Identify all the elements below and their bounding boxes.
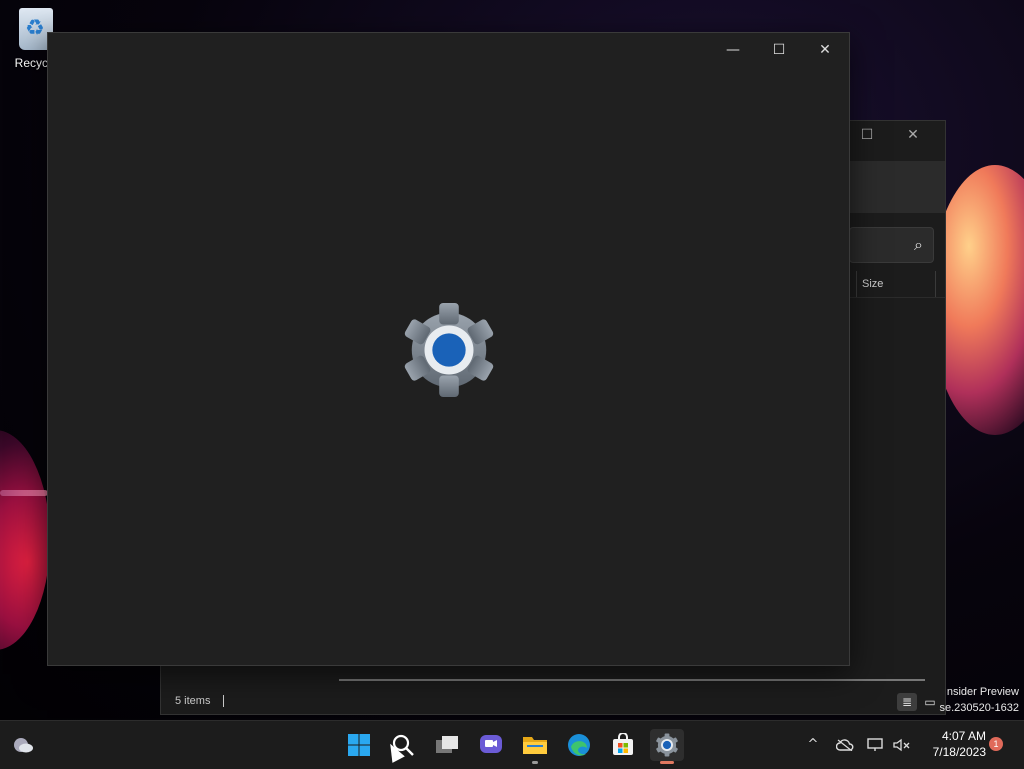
edge-button[interactable] [562, 729, 596, 761]
column-header-size[interactable]: Size [862, 278, 883, 290]
explorer-titlebar: ☐ ✕ [851, 121, 945, 151]
close-icon[interactable]: ✕ [901, 127, 925, 145]
watermark-line: se.230520-1632 [939, 702, 1019, 714]
maximize-button[interactable]: ☐ [756, 35, 802, 65]
wallpaper-highlight [0, 490, 48, 496]
build-watermark: nsider Preview se.230520-1632 [939, 684, 1019, 716]
weather-widget-icon[interactable] [6, 729, 40, 761]
settings-gear-icon [656, 733, 678, 757]
windows-logo-icon [348, 734, 370, 756]
tiles-view-icon[interactable]: ▭ [921, 693, 939, 711]
search-icon[interactable]: ⌕ [914, 235, 923, 255]
chevron-up-icon[interactable]: ^ [802, 721, 824, 769]
running-indicator [532, 761, 538, 764]
details-view-icon[interactable]: ≣ [897, 693, 917, 711]
edge-icon [568, 734, 590, 756]
teams-chat-icon [480, 735, 502, 753]
store-button[interactable] [606, 729, 640, 761]
close-button[interactable]: ✕ [802, 35, 848, 65]
volume-muted-icon[interactable] [890, 721, 914, 769]
explorer-toolbar [849, 161, 945, 213]
task-view-icon [436, 736, 458, 753]
settings-gear-icon [404, 302, 494, 398]
file-explorer-button[interactable] [518, 729, 552, 764]
status-separator [223, 695, 224, 707]
column-divider[interactable] [935, 271, 936, 297]
maximize-icon[interactable]: ☐ [855, 127, 879, 145]
status-item-count: 5 items [175, 695, 211, 707]
network-icon[interactable] [864, 721, 888, 769]
settings-window[interactable]: — ☐ ✕ [47, 32, 850, 666]
onedrive-icon[interactable] [832, 721, 858, 769]
minimize-button[interactable]: — [710, 35, 756, 65]
clock-date: 7/18/2023 [932, 745, 986, 759]
settings-taskbar-button[interactable] [650, 729, 684, 764]
folder-icon [523, 737, 547, 754]
explorer-column-header: Size [849, 271, 945, 298]
watermark-line: nsider Preview [946, 686, 1019, 698]
taskbar-clock[interactable]: 4:07 AM 7/18/2023 [918, 728, 986, 760]
horizontal-scrollbar[interactable] [339, 679, 925, 681]
start-button[interactable] [342, 729, 376, 761]
clock-time: 4:07 AM [941, 729, 986, 743]
task-view-button[interactable] [430, 729, 464, 761]
taskbar: ^ 4:07 AM 7/18/2023 1 [0, 720, 1024, 769]
explorer-search-box[interactable]: ⌕ [849, 227, 934, 263]
store-icon [613, 732, 633, 755]
notification-badge[interactable]: 1 [989, 737, 1003, 751]
column-divider[interactable] [856, 271, 857, 297]
chat-button[interactable] [474, 729, 508, 761]
wallpaper-bloom [0, 430, 50, 650]
active-indicator [660, 761, 674, 764]
